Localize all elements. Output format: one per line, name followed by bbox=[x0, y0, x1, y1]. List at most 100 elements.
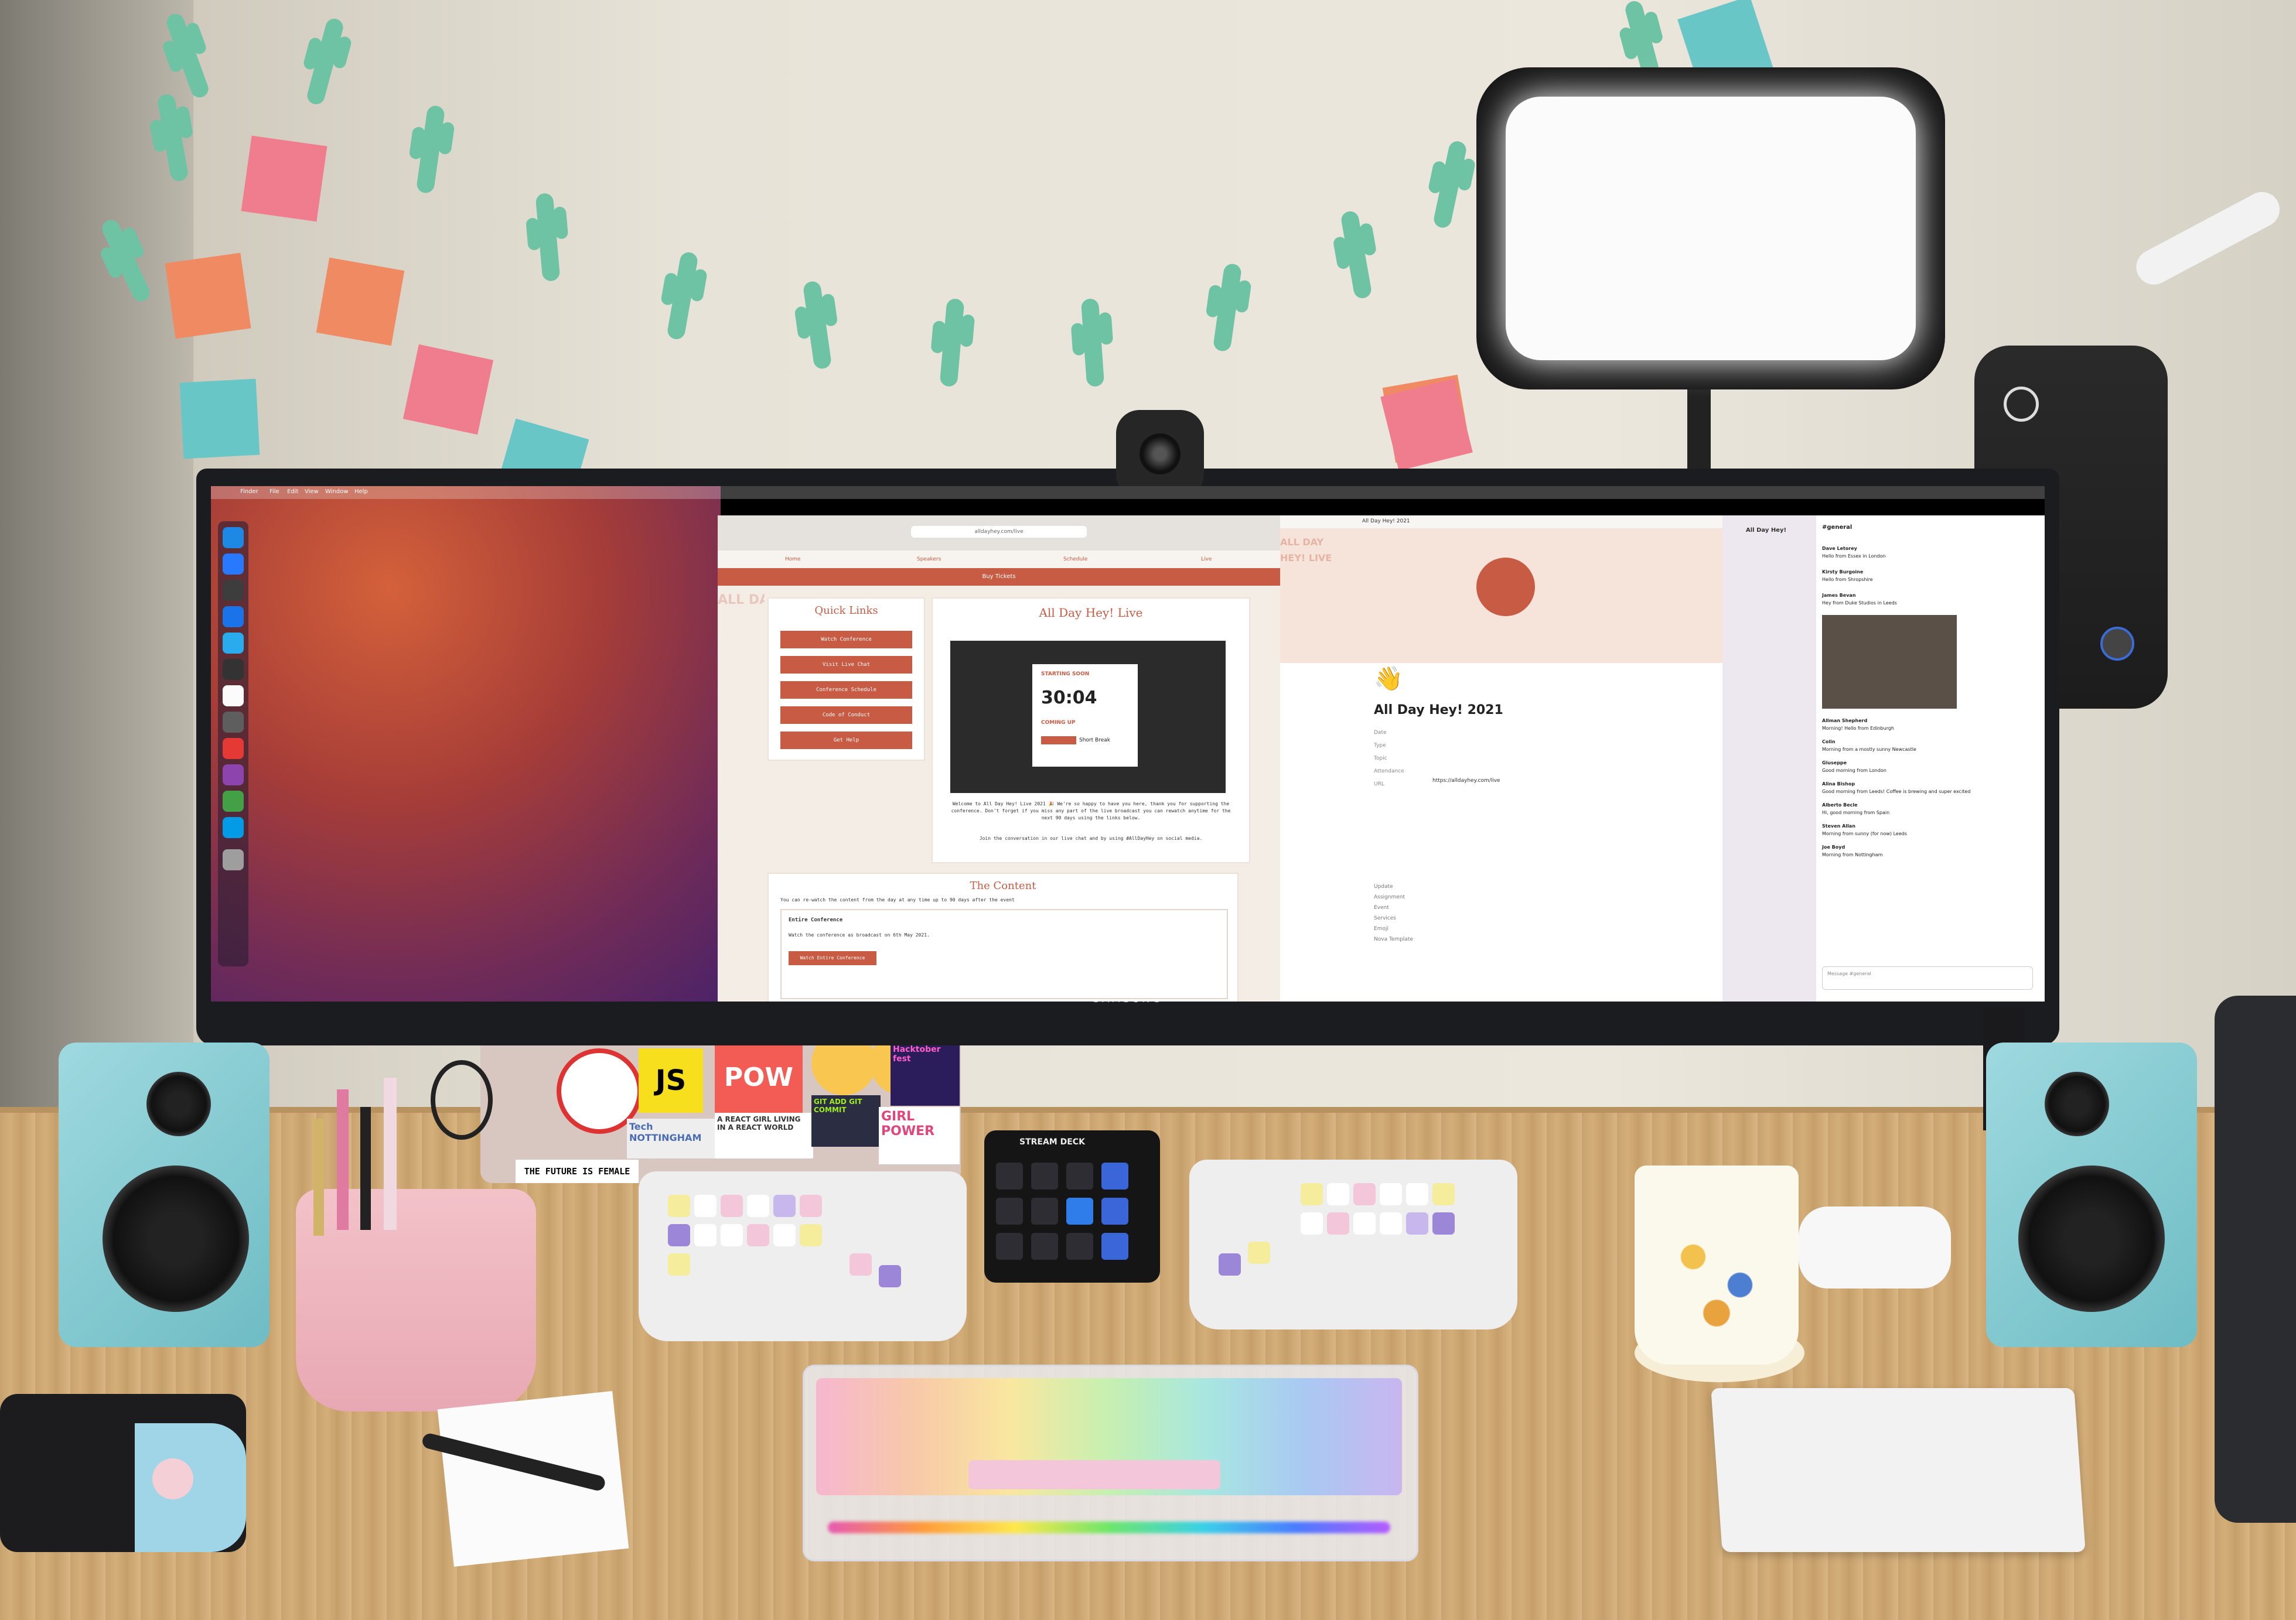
keycap[interactable] bbox=[721, 1195, 743, 1217]
keycap[interactable] bbox=[1406, 1212, 1428, 1235]
keycap[interactable] bbox=[1353, 1183, 1376, 1205]
watch-conference-link[interactable]: Watch Conference bbox=[780, 631, 912, 648]
menu-item[interactable]: Finder bbox=[240, 488, 258, 495]
nav-schedule[interactable]: Schedule bbox=[1063, 556, 1087, 562]
keycap[interactable] bbox=[1327, 1212, 1349, 1235]
keycap[interactable] bbox=[1432, 1183, 1455, 1205]
keycap[interactable] bbox=[1406, 1183, 1428, 1205]
keycap[interactable] bbox=[668, 1195, 690, 1217]
keycap[interactable] bbox=[668, 1224, 690, 1246]
checklist-item[interactable]: Assignment bbox=[1374, 892, 1413, 903]
keycap[interactable] bbox=[800, 1195, 822, 1217]
keycap[interactable] bbox=[850, 1253, 872, 1276]
checklist-item[interactable]: Event bbox=[1374, 903, 1413, 913]
stream-deck-key[interactable] bbox=[1031, 1198, 1058, 1225]
trackpad[interactable] bbox=[1711, 1388, 2086, 1552]
prop-date[interactable]: Date bbox=[1374, 726, 1667, 739]
stream-deck-key[interactable] bbox=[1031, 1163, 1058, 1190]
slack-message-input[interactable]: Message #general bbox=[1822, 966, 2033, 990]
prop-url[interactable]: URL bbox=[1374, 778, 1667, 791]
keycap[interactable] bbox=[773, 1195, 796, 1217]
stream-deck-key[interactable] bbox=[1101, 1198, 1128, 1225]
keycap[interactable] bbox=[668, 1253, 690, 1276]
notion-icon[interactable] bbox=[223, 685, 244, 706]
app-icon[interactable] bbox=[223, 712, 244, 733]
message-author[interactable]: Giuseppe bbox=[1822, 760, 1847, 765]
checklist-item[interactable]: Services bbox=[1374, 913, 1413, 924]
keycap[interactable] bbox=[1248, 1242, 1270, 1264]
checklist-item[interactable]: Emoji bbox=[1374, 924, 1413, 934]
calendar-icon[interactable] bbox=[223, 738, 244, 759]
vscode-icon[interactable] bbox=[223, 553, 244, 575]
menu-item[interactable]: Edit bbox=[287, 488, 298, 495]
keycap[interactable] bbox=[773, 1224, 796, 1246]
stream-deck-key[interactable] bbox=[996, 1233, 1023, 1260]
keycap[interactable] bbox=[800, 1224, 822, 1246]
trash-icon[interactable] bbox=[223, 849, 244, 870]
slack-workspace[interactable]: All Day Hey! bbox=[1746, 527, 1786, 534]
message-author[interactable]: Joe Boyd bbox=[1822, 845, 1845, 850]
prop-attendance[interactable]: Attendance bbox=[1374, 765, 1667, 778]
app-icon[interactable] bbox=[223, 817, 244, 838]
message-author[interactable]: Alina Bishop bbox=[1822, 781, 1855, 787]
stream-deck-key[interactable] bbox=[1101, 1163, 1128, 1190]
keycap[interactable] bbox=[879, 1265, 901, 1287]
slack-channel-title[interactable]: #general bbox=[1822, 524, 1852, 531]
nav-speakers[interactable]: Speakers bbox=[917, 556, 941, 562]
message-author[interactable]: Dave Letorey bbox=[1822, 546, 1857, 551]
menu-item[interactable]: Help bbox=[354, 488, 368, 495]
video-player[interactable]: STARTING SOON 30:04 COMING UP Short Brea… bbox=[950, 641, 1226, 793]
url-value[interactable]: https://alldayhey.com/live bbox=[1432, 778, 1500, 784]
keycap[interactable] bbox=[1327, 1183, 1349, 1205]
keycap[interactable] bbox=[694, 1224, 717, 1246]
keycap[interactable] bbox=[1301, 1212, 1323, 1235]
prop-type[interactable]: Type bbox=[1374, 739, 1667, 752]
safari-icon[interactable] bbox=[223, 606, 244, 627]
app-icon[interactable] bbox=[223, 659, 244, 680]
slack-icon[interactable] bbox=[223, 764, 244, 785]
nav-home[interactable]: Home bbox=[785, 556, 801, 562]
watch-entire-conference-button[interactable]: Watch Entire Conference bbox=[789, 951, 876, 965]
code-of-conduct-link[interactable]: Code of Conduct bbox=[780, 706, 912, 724]
stream-deck-key[interactable] bbox=[996, 1198, 1023, 1225]
live-chat-link[interactable]: Visit Live Chat bbox=[780, 656, 912, 674]
nav-live[interactable]: Live bbox=[1201, 556, 1212, 562]
get-help-link[interactable]: Get Help bbox=[780, 732, 912, 749]
terminal-icon[interactable] bbox=[223, 580, 244, 601]
stream-deck-key[interactable] bbox=[1066, 1163, 1093, 1190]
prop-topic[interactable]: Topic bbox=[1374, 752, 1667, 765]
message-author[interactable]: Colin bbox=[1822, 739, 1836, 744]
chrome-icon[interactable] bbox=[223, 791, 244, 812]
telegram-icon[interactable] bbox=[223, 633, 244, 654]
checklist-item[interactable]: Update bbox=[1374, 881, 1413, 892]
spacebar[interactable] bbox=[968, 1460, 1220, 1489]
notion-page-title[interactable]: All Day Hey! 2021 bbox=[1374, 703, 1503, 717]
keycap[interactable] bbox=[747, 1195, 769, 1217]
keycap[interactable] bbox=[1301, 1183, 1323, 1205]
message-author[interactable]: James Bevan bbox=[1822, 593, 1856, 598]
stream-deck-key[interactable] bbox=[1066, 1233, 1093, 1260]
schedule-link[interactable]: Conference Schedule bbox=[780, 681, 912, 699]
keycap[interactable] bbox=[1380, 1183, 1402, 1205]
message-author[interactable]: Alberto Becle bbox=[1822, 802, 1858, 808]
stream-deck-key[interactable] bbox=[996, 1163, 1023, 1190]
notion-breadcrumb[interactable]: All Day Hey! 2021 bbox=[1362, 518, 1410, 524]
buy-tickets-button[interactable]: Buy Tickets bbox=[718, 568, 1280, 586]
stream-deck-key[interactable] bbox=[1066, 1198, 1093, 1225]
keycap[interactable] bbox=[721, 1224, 743, 1246]
menu-item[interactable]: View bbox=[305, 488, 319, 495]
url-bar[interactable]: alldayhey.com/live bbox=[911, 526, 1087, 538]
stream-deck-key[interactable] bbox=[1101, 1233, 1128, 1260]
keycap[interactable] bbox=[694, 1195, 717, 1217]
message-author[interactable]: Steven Allan bbox=[1822, 823, 1855, 829]
checklist-item[interactable]: Nova Template bbox=[1374, 934, 1413, 945]
menu-item[interactable]: File bbox=[269, 488, 279, 495]
shared-photo[interactable] bbox=[1822, 615, 1957, 709]
message-author[interactable]: Kirsty Burgoine bbox=[1822, 569, 1863, 575]
menu-item[interactable]: Window bbox=[325, 488, 348, 495]
keycap[interactable] bbox=[1380, 1212, 1402, 1235]
message-author[interactable]: Allman Shepherd bbox=[1822, 718, 1867, 723]
keycap[interactable] bbox=[1219, 1253, 1241, 1276]
finder-icon[interactable] bbox=[223, 527, 244, 548]
keycap[interactable] bbox=[1353, 1212, 1376, 1235]
